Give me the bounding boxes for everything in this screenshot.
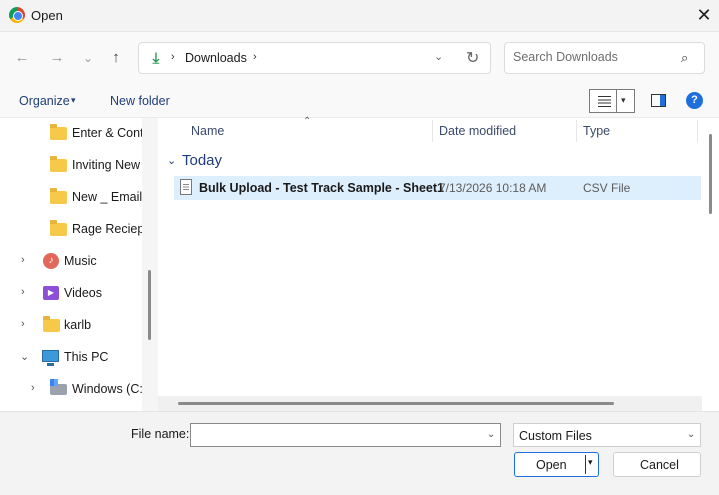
- close-icon[interactable]: ✕: [692, 4, 716, 28]
- new-folder-button[interactable]: New folder: [110, 94, 170, 108]
- folder-icon: [43, 316, 60, 332]
- chevron-right-icon[interactable]: ›: [21, 318, 25, 330]
- column-header-date-modified[interactable]: Date modified: [433, 118, 576, 142]
- chrome-icon: [9, 7, 25, 23]
- chevron-down-icon[interactable]: ⌄: [20, 350, 29, 363]
- file-row[interactable]: Bulk Upload - Test Track Sample - Sheet1…: [174, 176, 701, 200]
- horizontal-scrollbar[interactable]: [158, 396, 702, 411]
- dialog-footer: File name: ⌄ Custom Files ⌄ Open ▾ Cance…: [0, 411, 719, 495]
- sidebar-item-label: Videos: [64, 286, 102, 300]
- sidebar-item-new-emails[interactable]: New _ Emails: [0, 184, 142, 210]
- sidebar-item-label: This PC: [64, 350, 109, 364]
- search-box[interactable]: ⌕: [504, 42, 705, 74]
- vertical-scrollbar[interactable]: [702, 118, 719, 411]
- column-divider[interactable]: [697, 120, 698, 142]
- organize-button[interactable]: Organize: [19, 94, 70, 108]
- csv-file-icon: [180, 179, 192, 195]
- sidebar-item-label: Music: [64, 254, 97, 268]
- folder-icon: [50, 220, 67, 236]
- sidebar-item-rage-reciept[interactable]: Rage Reciept: [0, 216, 142, 242]
- chevron-right-icon[interactable]: ›: [21, 286, 25, 298]
- file-name: Bulk Upload - Test Track Sample - Sheet1: [199, 181, 444, 195]
- download-icon: ⤓: [152, 50, 160, 67]
- search-input[interactable]: [513, 50, 673, 64]
- chevron-down-icon[interactable]: ⌄: [687, 429, 695, 440]
- open-button-label: Open: [536, 458, 567, 472]
- sidebar-item-label: Rage Reciept: [72, 222, 142, 236]
- music-icon: ♪: [43, 253, 59, 269]
- forward-arrow-icon[interactable]: →: [47, 48, 67, 68]
- scrollbar-thumb[interactable]: [148, 270, 151, 340]
- column-header-type[interactable]: Type: [577, 118, 697, 142]
- file-name-label: File name:: [131, 427, 190, 441]
- sidebar-item-karlb[interactable]: › karlb: [0, 312, 142, 338]
- column-header-label: Name: [191, 124, 225, 138]
- sidebar-item-label: New _ Emails: [72, 190, 142, 204]
- preview-pane-icon[interactable]: [651, 94, 666, 107]
- column-header-label: Type: [583, 124, 611, 138]
- sidebar-item-inviting-new[interactable]: Inviting New: [0, 152, 142, 178]
- file-name-field[interactable]: [195, 428, 475, 442]
- cancel-button[interactable]: Cancel: [613, 452, 701, 477]
- address-dropdown-icon[interactable]: ⌄: [434, 50, 443, 63]
- sort-ascending-icon: ⌃: [303, 116, 312, 127]
- navigation-bar: ← → ⌄ ↑ ⤓ › Downloads › ⌄ ↻ ⌕: [0, 32, 719, 84]
- folder-icon: [50, 156, 67, 172]
- file-name-combobox[interactable]: ⌄: [190, 423, 501, 447]
- sidebar-item-label: Enter & Conti: [72, 126, 142, 140]
- file-type: CSV File: [583, 181, 631, 195]
- refresh-icon[interactable]: ↻: [466, 48, 479, 68]
- search-icon[interactable]: ⌕: [681, 50, 688, 66]
- up-arrow-icon[interactable]: ↑: [106, 48, 126, 68]
- help-icon[interactable]: ?: [686, 92, 703, 109]
- file-type-select[interactable]: Custom Files ⌄: [513, 423, 701, 447]
- drive-icon: [50, 379, 67, 395]
- chevron-down-icon[interactable]: ⌄: [167, 154, 176, 167]
- sidebar-item-enter-and-conti[interactable]: Enter & Conti: [0, 120, 142, 146]
- sidebar-item-label: Windows (C:: [72, 382, 142, 396]
- back-arrow-icon[interactable]: ←: [12, 48, 32, 68]
- chevron-right-icon[interactable]: ›: [21, 254, 25, 266]
- sidebar-item-windows-c[interactable]: › Windows (C:: [0, 376, 142, 402]
- window-title: Open: [31, 8, 63, 23]
- chevron-down-icon[interactable]: ▾: [71, 95, 76, 106]
- chevron-down-icon[interactable]: ▾: [621, 95, 626, 106]
- column-header-name[interactable]: ⌃ Name: [158, 116, 432, 142]
- chevron-down-icon[interactable]: ▾: [588, 457, 593, 468]
- chevron-right-icon[interactable]: ›: [31, 382, 35, 394]
- folder-icon: [50, 188, 67, 204]
- recent-locations-icon[interactable]: ⌄: [78, 48, 98, 68]
- group-header-today[interactable]: Today: [182, 152, 222, 169]
- command-toolbar: Organize ▾ New folder ▾ ?: [0, 84, 719, 118]
- divider: [585, 455, 586, 474]
- breadcrumb-downloads[interactable]: Downloads: [185, 51, 247, 65]
- sidebar-item-music[interactable]: › ♪ Music: [0, 248, 142, 274]
- breadcrumb-separator-icon[interactable]: ›: [171, 51, 175, 63]
- title-bar: Open ✕: [0, 0, 719, 32]
- pc-icon: [42, 350, 59, 366]
- file-type-selected: Custom Files: [519, 429, 592, 443]
- details-view-icon: [598, 96, 611, 107]
- sidebar-scrollbar[interactable]: [142, 118, 158, 411]
- breadcrumb-separator-icon[interactable]: ›: [253, 51, 257, 63]
- address-bar[interactable]: ⤓ › Downloads › ⌄ ↻: [138, 42, 491, 74]
- sidebar-item-videos[interactable]: › ▶ Videos: [0, 280, 142, 306]
- scrollbar-thumb[interactable]: [178, 402, 614, 405]
- sidebar-item-label: karlb: [64, 318, 92, 332]
- open-button[interactable]: Open ▾: [514, 452, 599, 477]
- sidebar-item-this-pc[interactable]: ⌄ This PC: [0, 344, 142, 370]
- scrollbar-thumb[interactable]: [709, 134, 712, 214]
- file-list: ⌃ Name Date modified Type ⌄ Today Bulk U…: [158, 116, 719, 411]
- cancel-button-label: Cancel: [640, 458, 679, 472]
- folder-icon: [50, 124, 67, 140]
- view-options-button[interactable]: ▾: [589, 89, 635, 113]
- navigation-pane: Enter & Conti Inviting New New _ Emails …: [0, 118, 158, 411]
- divider: [616, 90, 617, 112]
- videos-icon: ▶: [43, 286, 59, 300]
- column-header-label: Date modified: [439, 124, 517, 138]
- sidebar-item-label: Inviting New: [72, 158, 141, 172]
- chevron-down-icon[interactable]: ⌄: [487, 429, 495, 440]
- file-date-modified: 7/13/2026 10:18 AM: [439, 181, 547, 195]
